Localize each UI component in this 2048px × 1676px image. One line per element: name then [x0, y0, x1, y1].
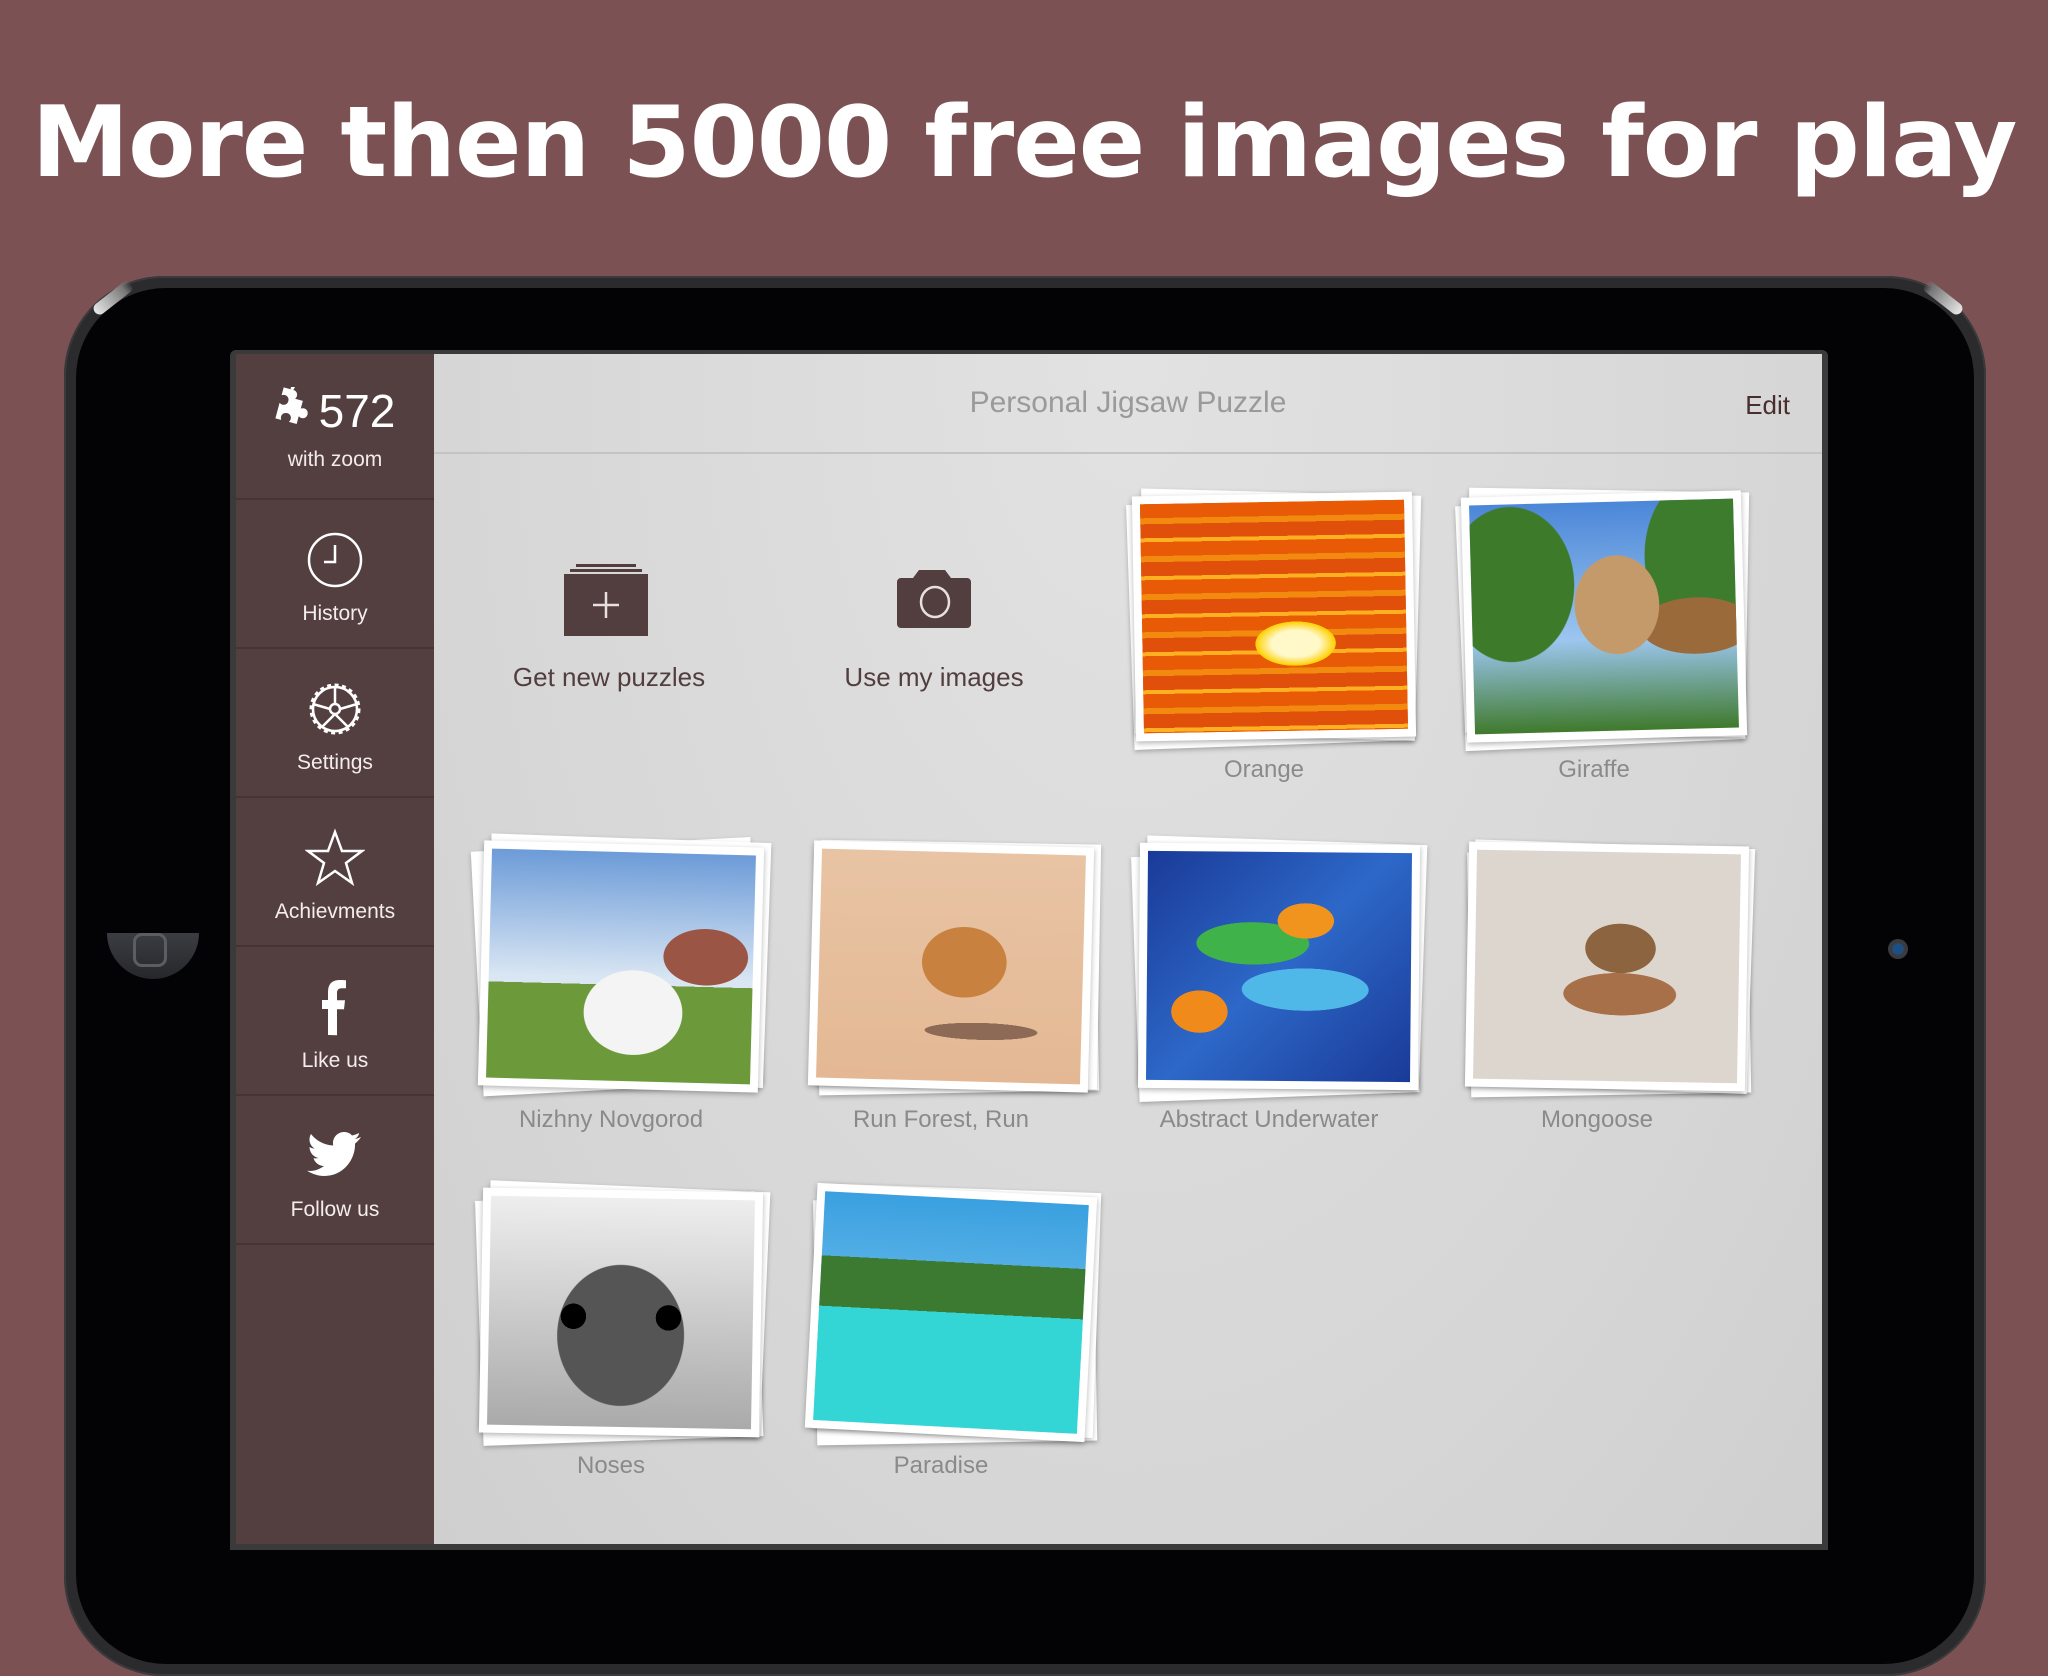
use-my-images-button[interactable]: Use my images — [774, 564, 1094, 704]
puzzle-thumbnail — [478, 1187, 764, 1438]
puzzle-thumbnail — [807, 840, 1095, 1093]
sidebar-item-settings[interactable]: Settings — [236, 649, 434, 798]
camera-icon — [774, 564, 1094, 634]
puzzle-counter: 572 with zoom — [236, 354, 434, 500]
puzzle-title: Orange — [1223, 756, 1305, 783]
content-area: Personal Jigsaw Puzzle Edit Get new puzz… — [434, 354, 1822, 1544]
front-camera — [1888, 939, 1908, 959]
facebook-icon — [320, 977, 350, 1037]
puzzle-title: Noses — [576, 1452, 646, 1479]
sidebar-item-label: Like us — [301, 1049, 369, 1072]
star-icon — [305, 828, 365, 888]
puzzle-thumbnail — [804, 1182, 1098, 1443]
promo-headline: More then 5000 free images for play — [31, 86, 2018, 200]
puzzle-count: 572 — [318, 385, 396, 437]
puzzle-piece-icon — [275, 382, 315, 436]
edit-button[interactable]: Edit — [1745, 390, 1790, 421]
sidebar-item-label: Follow us — [290, 1198, 380, 1221]
puzzle-tile[interactable]: Nizhny Novgorod — [451, 833, 772, 1144]
home-button-icon — [133, 933, 167, 967]
sidebar-item-label: History — [302, 602, 368, 625]
page-title: Personal Jigsaw Puzzle — [969, 386, 1287, 419]
sidebar-item-achievements[interactable]: Achievments — [236, 798, 434, 947]
puzzle-title: Mongoose — [1540, 1106, 1654, 1133]
puzzle-title: Paradise — [893, 1452, 989, 1479]
puzzle-tile[interactable]: Orange — [1104, 488, 1424, 794]
get-new-puzzles-label: Get new puzzles — [512, 662, 706, 692]
twitter-icon — [307, 1126, 363, 1186]
sidebar: 572 with zoom History Settings Achievmen… — [236, 354, 434, 1544]
get-new-puzzles-button[interactable]: Get new puzzles — [449, 564, 769, 704]
sidebar-item-history[interactable]: History — [236, 500, 434, 649]
puzzle-tile[interactable]: Mongoose — [1437, 839, 1757, 1144]
add-puzzles-icon — [449, 564, 769, 640]
puzzle-thumbnail — [477, 840, 765, 1093]
puzzle-title: Run Forest, Run — [852, 1106, 1030, 1133]
clock-icon — [306, 530, 364, 590]
puzzle-tile[interactable]: Run Forest, Run — [781, 839, 1102, 1144]
puzzle-tile[interactable]: Abstract Underwater — [1109, 835, 1429, 1144]
puzzle-tile[interactable]: Paradise — [781, 1182, 1102, 1490]
sidebar-item-label: Settings — [297, 751, 373, 774]
puzzle-thumbnail — [1137, 842, 1421, 1091]
puzzle-thumbnail — [1131, 491, 1417, 742]
puzzle-thumbnail — [1460, 490, 1748, 743]
puzzle-title: Nizhny Novgorod — [518, 1106, 704, 1133]
puzzle-title: Abstract Underwater — [1159, 1106, 1379, 1133]
puzzle-title: Giraffe — [1558, 756, 1630, 783]
puzzle-count-caption: with zoom — [287, 448, 383, 471]
puzzle-tile[interactable]: Giraffe — [1434, 487, 1754, 794]
gear-icon — [305, 679, 365, 739]
header-bar: Personal Jigsaw Puzzle Edit — [434, 354, 1822, 454]
sidebar-item-like-us[interactable]: Like us — [236, 947, 434, 1096]
puzzle-tile[interactable]: Noses — [451, 1180, 771, 1490]
use-my-images-label: Use my images — [844, 662, 1024, 692]
puzzle-thumbnail — [1464, 841, 1750, 1092]
sidebar-item-follow-us[interactable]: Follow us — [236, 1096, 434, 1245]
sidebar-item-label: Achievments — [274, 900, 396, 923]
